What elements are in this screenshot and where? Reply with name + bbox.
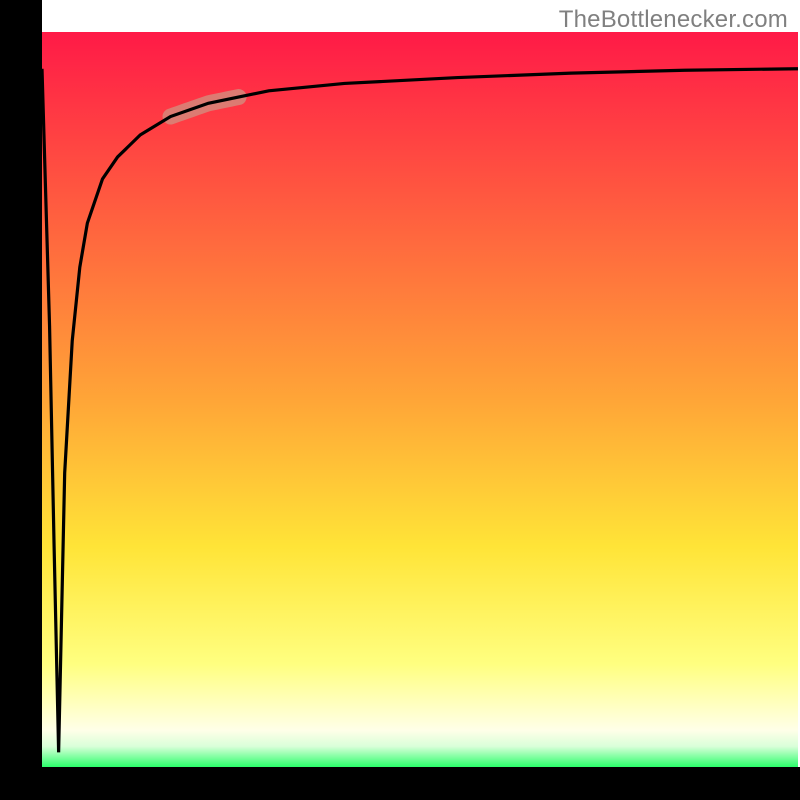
bottleneck-chart xyxy=(0,0,800,800)
chart-stage: TheBottlenecker.com xyxy=(0,0,800,800)
y-axis-band xyxy=(0,0,42,800)
chart-background xyxy=(42,32,798,767)
watermark-text: TheBottlenecker.com xyxy=(559,6,788,34)
x-axis-band xyxy=(0,767,800,800)
